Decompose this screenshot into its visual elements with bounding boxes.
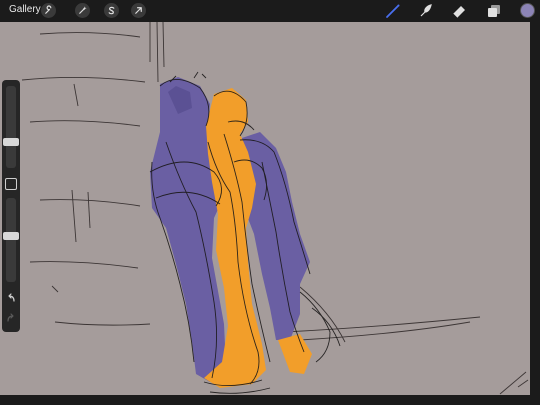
drawing-canvas[interactable] — [0, 22, 530, 395]
eraser-tool[interactable] — [450, 2, 468, 20]
bottom-edge — [0, 395, 540, 405]
brush-tool[interactable] — [384, 2, 402, 20]
layers-icon — [488, 5, 500, 17]
brush-size-slider[interactable] — [6, 86, 16, 168]
undo-button[interactable] — [5, 292, 17, 304]
layers-tool[interactable] — [485, 2, 503, 20]
redo-button[interactable] — [5, 312, 17, 324]
magic-wand-icon — [79, 6, 87, 14]
brush-size-thumb[interactable] — [3, 137, 19, 146]
adjustments-button[interactable] — [75, 3, 90, 18]
actions-button[interactable] — [41, 3, 56, 18]
modify-button[interactable] — [5, 178, 17, 190]
wrench-icon — [45, 5, 52, 14]
eraser-icon — [452, 6, 465, 19]
transform-button[interactable] — [131, 3, 146, 18]
redo-icon — [7, 313, 14, 322]
brush-icon — [386, 4, 400, 18]
smudge-tool[interactable] — [417, 2, 435, 20]
selection-icon — [108, 6, 115, 15]
undo-icon — [8, 293, 15, 302]
sketch-artwork — [21, 22, 529, 395]
opacity-thumb[interactable] — [3, 232, 19, 241]
right-edge — [530, 22, 540, 395]
smudge-icon — [420, 4, 432, 17]
sidebar — [2, 80, 20, 332]
selection-button[interactable] — [104, 3, 119, 18]
transform-arrow-icon — [135, 7, 142, 14]
color-swatch[interactable] — [520, 3, 535, 18]
gallery-button[interactable]: Gallery — [9, 4, 41, 15]
top-toolbar: Gallery — [0, 0, 540, 22]
